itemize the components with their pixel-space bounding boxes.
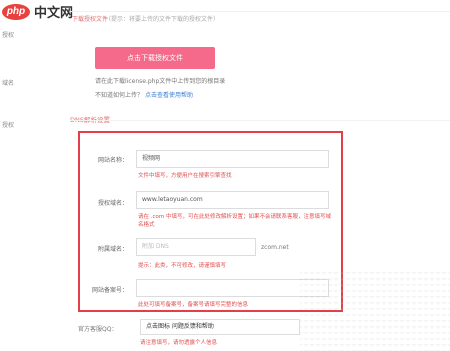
logo-text: 中文网 xyxy=(34,6,74,21)
qq-label: 官方客服QQ： xyxy=(78,326,118,333)
logo-badge: php xyxy=(2,3,30,20)
top-divider xyxy=(70,11,450,12)
remark-warning: 此处可填写备案号，备案号请填写完整的信息 xyxy=(138,302,249,308)
file-domain-suffix: zcom.net xyxy=(261,244,289,251)
domain-warning: 请在 .com 中填写，可在此处修改解析设置；如果不会请联系客服，注意填写域名格… xyxy=(138,214,331,228)
dns-section-title: DNS解析设置 xyxy=(70,116,110,124)
site-name-warning: 文件中填写，方便用户在搜索引擎查找 xyxy=(138,173,232,179)
upload-section-title: 下载授权文件 xyxy=(72,16,109,23)
left-label-1: 授权 xyxy=(2,32,15,39)
upload-help-link[interactable]: 点击查看使用帮助 xyxy=(145,92,193,99)
download-license-button[interactable]: 点击下载授权文件 xyxy=(95,47,215,69)
site-logo[interactable]: php 中文网 xyxy=(2,2,73,21)
left-label-2: 域名 xyxy=(2,80,15,87)
file-domain-warning: 提示：此类，不可修改，请谨慎填写 xyxy=(138,263,227,269)
site-name-input[interactable]: 视频网 xyxy=(136,150,329,168)
file-domain-input[interactable]: 附加 DNS xyxy=(136,238,256,256)
upload-section-hint: （提示：将要上传的文件下载的授权文件） xyxy=(105,16,220,23)
site-name-label: 网站名称： xyxy=(97,157,128,164)
upload-help-question: 不知道如何上传？ xyxy=(95,92,144,99)
qq-warning: 请注意填写，请勿透露个人信息 xyxy=(140,340,218,346)
pattern-decoration xyxy=(300,272,450,351)
dns-divider xyxy=(70,120,450,121)
upload-note: 请在此下载license.php文件中上传到您的根目录 xyxy=(95,78,226,85)
remark-label: 网站备案号： xyxy=(92,287,129,294)
left-label-3: 授权 xyxy=(2,122,15,129)
qq-input[interactable]: 点击图标 问题反馈和帮助 xyxy=(140,319,300,335)
upload-help-line: 不知道如何上传？ 点击查看使用帮助 xyxy=(95,90,193,99)
file-domain-label: 附属域名： xyxy=(97,246,128,253)
domain-input[interactable]: www.letaoyuan.com xyxy=(136,191,329,209)
domain-label: 授权域名： xyxy=(97,200,128,207)
